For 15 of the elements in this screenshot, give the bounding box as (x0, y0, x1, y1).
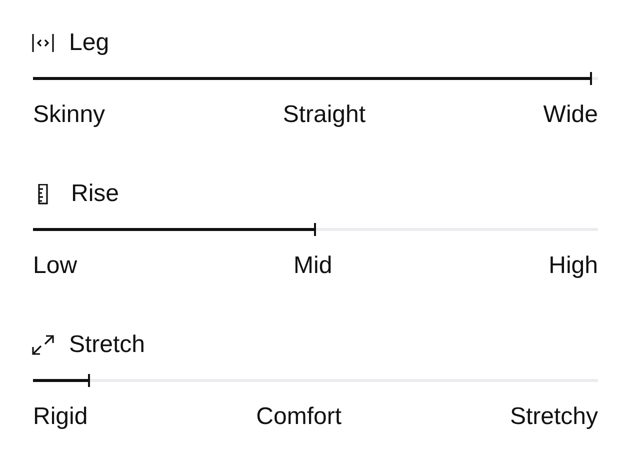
scale-label: Comfort (256, 403, 342, 431)
scale-label: Mid (294, 252, 332, 280)
scale-label: High (548, 252, 598, 280)
slider-title: Stretch (69, 331, 146, 359)
scale-label: Stretchy (510, 403, 598, 431)
scale-label: Wide (543, 101, 598, 129)
scale-label: Rigid (33, 403, 88, 431)
expand-icon (31, 334, 55, 356)
slider-title: Leg (69, 29, 110, 57)
scale-label: Low (33, 252, 78, 280)
scale-label: Skinny (33, 101, 106, 129)
scale-label: Straight (282, 101, 366, 129)
slider-title: Rise (71, 180, 120, 208)
ruler-icon (38, 184, 48, 204)
width-icon (31, 32, 55, 54)
